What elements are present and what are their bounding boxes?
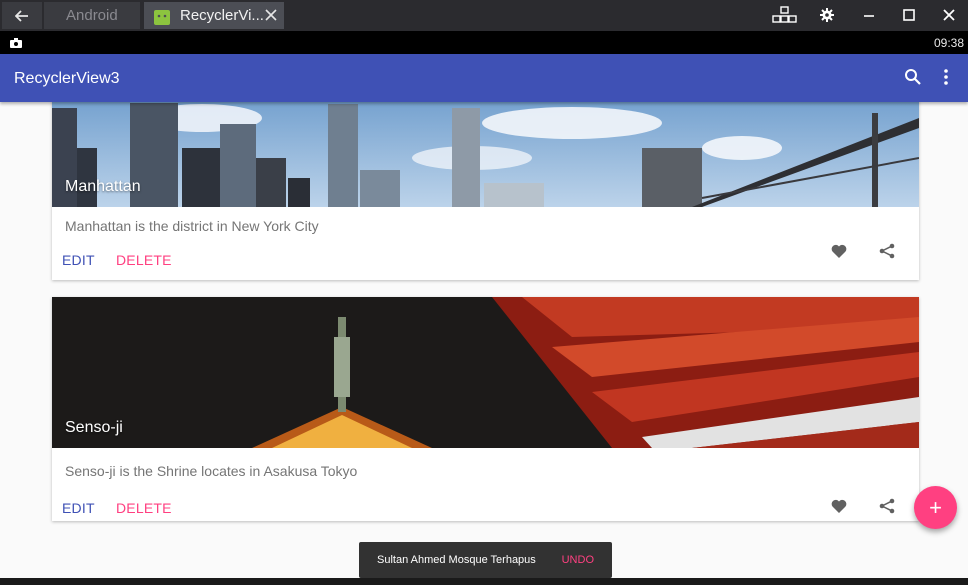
- favorite-button[interactable]: [828, 240, 850, 262]
- screenshot-icon: [10, 38, 22, 48]
- bottom-edge: [0, 578, 968, 585]
- status-clock: 09:38: [933, 36, 964, 50]
- card-sensoji: Senso-ji Senso-ji is the Shrine locates …: [52, 297, 919, 521]
- card-image-sensoji: Senso-ji: [52, 297, 919, 448]
- card-title-sensoji: Senso-ji: [65, 419, 123, 436]
- heart-icon: [831, 499, 847, 513]
- tab-recyclerview-label: RecyclerVi...: [180, 7, 264, 24]
- search-icon[interactable]: [904, 68, 922, 86]
- close-window-button[interactable]: [934, 4, 964, 26]
- keyboard-icon: [772, 6, 797, 23]
- snackbar-message: Sultan Ahmed Mosque Terhapus: [377, 554, 536, 566]
- keyboard-button[interactable]: [770, 4, 800, 26]
- close-tab-icon[interactable]: [264, 8, 278, 22]
- favorite-button[interactable]: [828, 495, 850, 517]
- minimize-button[interactable]: [854, 4, 884, 26]
- card-description-sensoji: Senso-ji is the Shrine locates in Asakus…: [65, 463, 358, 479]
- settings-button[interactable]: [812, 4, 842, 26]
- tab-android[interactable]: Android: [44, 2, 140, 29]
- snackbar: Sultan Ahmed Mosque Terhapus UNDO: [359, 542, 612, 578]
- maximize-icon: [903, 9, 915, 21]
- android-icon: [154, 9, 170, 25]
- delete-button[interactable]: DELETE: [116, 500, 172, 516]
- emulator-title-bar: Android RecyclerVi...: [0, 0, 968, 31]
- minimize-icon: [864, 15, 874, 17]
- edit-button[interactable]: EDIT: [62, 500, 95, 516]
- card-description-manhattan: Manhattan is the district in New York Ci…: [65, 218, 319, 234]
- card-image-manhattan: Manhattan: [52, 102, 919, 207]
- app-title: RecyclerView3: [14, 70, 120, 87]
- gear-icon: [820, 8, 834, 22]
- close-icon: [943, 9, 955, 21]
- share-icon: [879, 243, 895, 259]
- share-button[interactable]: [876, 240, 898, 262]
- edit-button[interactable]: EDIT: [62, 252, 95, 268]
- back-button[interactable]: [2, 2, 42, 29]
- plus-icon: +: [929, 494, 942, 520]
- tab-android-label: Android: [66, 7, 118, 24]
- undo-button[interactable]: UNDO: [562, 554, 594, 566]
- recycler-view[interactable]: Manhattan Manhattan is the district in N…: [0, 102, 968, 578]
- app-bar: RecyclerView3: [0, 54, 968, 102]
- sensoji-temple-image: [52, 297, 919, 448]
- card-title-manhattan: Manhattan: [65, 178, 141, 195]
- delete-button[interactable]: DELETE: [116, 252, 172, 268]
- share-button[interactable]: [876, 495, 898, 517]
- card-manhattan: Manhattan Manhattan is the district in N…: [52, 102, 919, 280]
- arrow-left-icon: [15, 9, 28, 22]
- add-fab-button[interactable]: +: [914, 486, 957, 529]
- maximize-button[interactable]: [894, 4, 924, 26]
- more-vert-icon[interactable]: [940, 68, 952, 86]
- manhattan-skyline-image: [52, 102, 919, 207]
- tab-recyclerview[interactable]: RecyclerVi...: [144, 2, 284, 29]
- share-icon: [879, 498, 895, 514]
- status-bar: 09:38: [0, 31, 968, 54]
- heart-icon: [831, 244, 847, 258]
